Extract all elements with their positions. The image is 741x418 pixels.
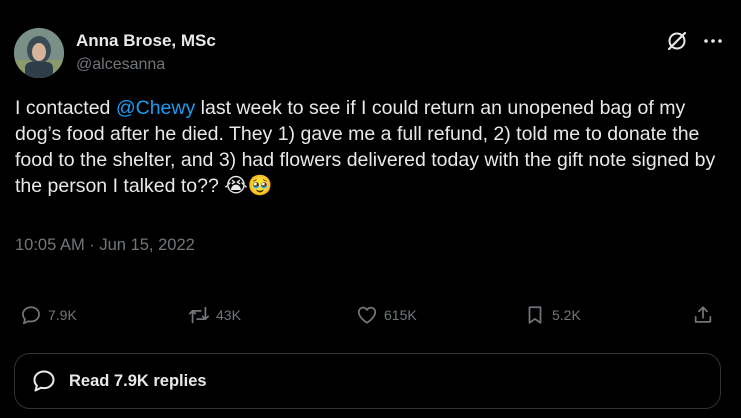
reply-icon	[22, 306, 40, 325]
like-button[interactable]: 615K	[356, 300, 417, 330]
reply-button[interactable]: 7.9K	[20, 300, 77, 330]
read-replies-label: Read 7.9K replies	[69, 371, 207, 390]
retweet-icon	[188, 306, 210, 324]
share-icon	[694, 306, 712, 323]
retweet-button[interactable]: 43K	[188, 300, 241, 330]
more-options-button[interactable]	[700, 28, 726, 54]
author-handle[interactable]: @alcesanna	[76, 56, 165, 74]
read-replies-button[interactable]: Read 7.9K replies	[14, 353, 721, 409]
share-button[interactable]	[692, 300, 714, 330]
retweet-count: 43K	[216, 307, 241, 323]
user-avatar-icon	[14, 28, 64, 78]
action-bar: 7.9K 43K 615K 5.2K	[0, 300, 741, 330]
tweet-text: I contacted @Chewy last week to see if I…	[15, 95, 720, 199]
tweet-timestamp[interactable]: 10:05 AM · Jun 15, 2022	[15, 236, 195, 255]
like-count: 615K	[384, 307, 417, 323]
avatar[interactable]	[14, 28, 64, 78]
tweet-text-before: I contacted	[15, 97, 116, 119]
heart-icon	[357, 306, 377, 324]
bookmark-count: 5.2K	[552, 307, 581, 323]
grok-button[interactable]	[664, 28, 690, 54]
replies-icon	[33, 370, 55, 392]
bookmark-button[interactable]: 5.2K	[524, 300, 581, 330]
mention-link[interactable]: @Chewy	[116, 97, 195, 119]
more-horizontal-icon	[704, 39, 722, 43]
tweet-emojis: 😭🥹	[224, 175, 273, 197]
grok-icon	[667, 31, 687, 51]
bookmark-icon	[528, 306, 542, 324]
reply-count: 7.9K	[48, 307, 77, 323]
author-display-name[interactable]: Anna Brose, MSc	[76, 31, 216, 51]
